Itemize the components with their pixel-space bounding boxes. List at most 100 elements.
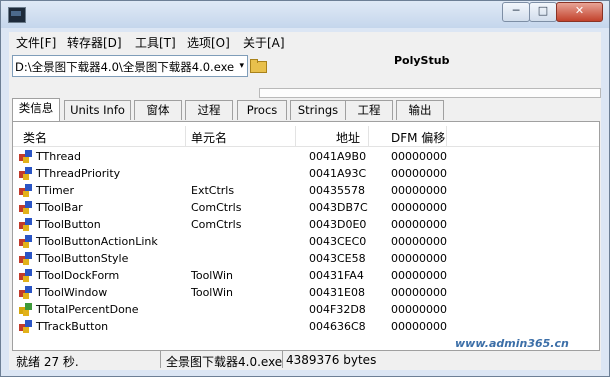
row-class-name: TToolButton — [36, 218, 101, 231]
row-class-name: TThread — [36, 150, 81, 163]
class-icon — [19, 235, 33, 248]
status-file: 全景图下载器4.0.exe — [166, 355, 283, 369]
row-dfm-offset: 00000000 — [391, 286, 447, 299]
file-path-value: D:\全景图下载器4.0\全景图下载器4.0.exe — [15, 60, 235, 74]
tab-output[interactable]: 输出 — [396, 100, 444, 120]
table-row[interactable]: TTotalPercentDone 004F32D8 00000000 — [13, 301, 599, 318]
header-divider[interactable] — [446, 126, 447, 146]
row-dfm-offset: 00000000 — [391, 150, 447, 163]
table-row[interactable]: TTimer ExtCtrls 00435578 00000000 — [13, 182, 599, 199]
row-dfm-offset: 00000000 — [391, 184, 447, 197]
class-icon — [19, 184, 33, 197]
header-address[interactable]: 地址 — [336, 129, 360, 146]
header-divider[interactable] — [295, 126, 296, 146]
table-row[interactable]: TToolButtonStyle 0043CE58 00000000 — [13, 250, 599, 267]
maximize-button[interactable]: □ — [529, 2, 557, 22]
row-address: 00431E08 — [309, 286, 365, 299]
app-icon[interactable] — [8, 7, 26, 23]
menu-dumper[interactable]: 转存器[D] — [67, 34, 122, 51]
menu-options[interactable]: 选项[O] — [187, 34, 230, 51]
tab-strip: 类信息 Units Info 窗体 过程 Procs Strings 工程 输出 — [12, 98, 598, 121]
class-icon — [19, 167, 33, 180]
row-unit-name: ToolWin — [191, 286, 234, 299]
table-row[interactable]: TToolButton ComCtrls 0043D0E0 00000000 — [13, 216, 599, 233]
row-class-name: TTrackButton — [36, 320, 109, 333]
status-divider — [282, 351, 283, 368]
tab-strings[interactable]: Strings — [290, 100, 346, 120]
class-icon — [19, 150, 33, 163]
row-class-name: TToolButtonStyle — [36, 252, 129, 265]
class-icon — [19, 320, 33, 333]
header-dfm-offset[interactable]: DFM 偏移 — [391, 129, 445, 146]
list-header: 类名 单元名 地址 DFM 偏移 — [13, 126, 599, 147]
class-icon — [19, 269, 33, 282]
title-bar[interactable]: ─ □ ✕ — [1, 1, 609, 28]
row-dfm-offset: 00000000 — [391, 167, 447, 180]
row-address: 0043DB7C — [309, 201, 368, 214]
row-address: 004636C8 — [309, 320, 366, 333]
row-class-name: TThreadPriority — [36, 167, 121, 180]
row-dfm-offset: 00000000 — [391, 320, 447, 333]
row-class-name: TToolButtonActionLink — [36, 235, 158, 248]
class-icon — [19, 218, 33, 231]
row-address: 0041A93C — [309, 167, 367, 180]
chevron-down-icon[interactable]: ▾ — [239, 61, 244, 71]
header-divider[interactable] — [185, 126, 186, 146]
row-dfm-offset: 00000000 — [391, 269, 447, 282]
tab-forms[interactable]: 窗体 — [134, 100, 182, 120]
tab-project[interactable]: 工程 — [345, 100, 393, 120]
close-button[interactable]: ✕ — [556, 2, 603, 22]
progress-bar — [259, 88, 601, 98]
program-title: PolyStub — [394, 54, 450, 67]
table-row[interactable]: TToolDockForm ToolWin 00431FA4 00000000 — [13, 267, 599, 284]
row-address: 0043CEC0 — [309, 235, 367, 248]
row-unit-name: ComCtrls — [191, 201, 242, 214]
row-address: 00431FA4 — [309, 269, 364, 282]
class-list[interactable]: 类名 单元名 地址 DFM 偏移 TThread 0041A9B0 000000… — [12, 121, 600, 351]
row-class-name: TToolDockForm — [36, 269, 120, 282]
table-row[interactable]: TTrackButton 004636C8 00000000 — [13, 318, 599, 335]
status-bar: 就绪 27 秒. 全景图下载器4.0.exe 4389376 bytes — [12, 351, 598, 369]
tab-procs[interactable]: Procs — [237, 100, 287, 120]
row-address: 0041A9B0 — [309, 150, 367, 163]
row-dfm-offset: 00000000 — [391, 235, 447, 248]
row-dfm-offset: 00000000 — [391, 252, 447, 265]
tab-procedures[interactable]: 过程 — [185, 100, 233, 120]
main-area: D:\全景图下载器4.0\全景图下载器4.0.exe ▾ PolyStub 类信… — [9, 50, 601, 370]
row-address: 0043CE58 — [309, 252, 366, 265]
row-dfm-offset: 00000000 — [391, 303, 447, 316]
file-path-combo[interactable]: D:\全景图下载器4.0\全景图下载器4.0.exe ▾ — [12, 55, 248, 77]
status-divider — [160, 351, 161, 368]
class-icon — [19, 252, 33, 265]
tab-class-info[interactable]: 类信息 — [12, 98, 60, 121]
table-row[interactable]: TToolButtonActionLink 0043CEC0 00000000 — [13, 233, 599, 250]
header-divider[interactable] — [368, 126, 369, 146]
row-unit-name: ToolWin — [191, 269, 234, 282]
row-address: 0043D0E0 — [309, 218, 367, 231]
table-row[interactable]: TThreadPriority 0041A93C 00000000 — [13, 165, 599, 182]
table-row[interactable]: TToolBar ComCtrls 0043DB7C 00000000 — [13, 199, 599, 216]
header-class-name[interactable]: 类名 — [23, 129, 47, 146]
row-unit-name: ComCtrls — [191, 218, 242, 231]
class-icon — [19, 201, 33, 214]
app-window: ─ □ ✕ 文件[F] 转存器[D] 工具[T] 选项[O] 关于[A] D:\… — [0, 0, 610, 377]
class-icon — [19, 286, 33, 299]
menu-about[interactable]: 关于[A] — [243, 34, 285, 51]
menu-file[interactable]: 文件[F] — [16, 34, 56, 51]
tab-units-info[interactable]: Units Info — [64, 100, 131, 120]
row-class-name: TTotalPercentDone — [36, 303, 139, 316]
menu-tools[interactable]: 工具[T] — [135, 34, 176, 51]
table-row[interactable]: TThread 0041A9B0 00000000 — [13, 148, 599, 165]
row-address: 004F32D8 — [309, 303, 366, 316]
row-address: 00435578 — [309, 184, 365, 197]
header-unit-name[interactable]: 单元名 — [191, 129, 227, 146]
row-dfm-offset: 00000000 — [391, 218, 447, 231]
minimize-button[interactable]: ─ — [502, 2, 530, 22]
row-class-name: TTimer — [36, 184, 74, 197]
row-unit-name: ExtCtrls — [191, 184, 235, 197]
menu-bar: 文件[F] 转存器[D] 工具[T] 选项[O] 关于[A] — [9, 32, 601, 50]
folder-open-icon[interactable] — [249, 57, 267, 73]
row-dfm-offset: 00000000 — [391, 201, 447, 214]
table-row[interactable]: TToolWindow ToolWin 00431E08 00000000 — [13, 284, 599, 301]
status-size: 4389376 bytes — [286, 353, 377, 367]
